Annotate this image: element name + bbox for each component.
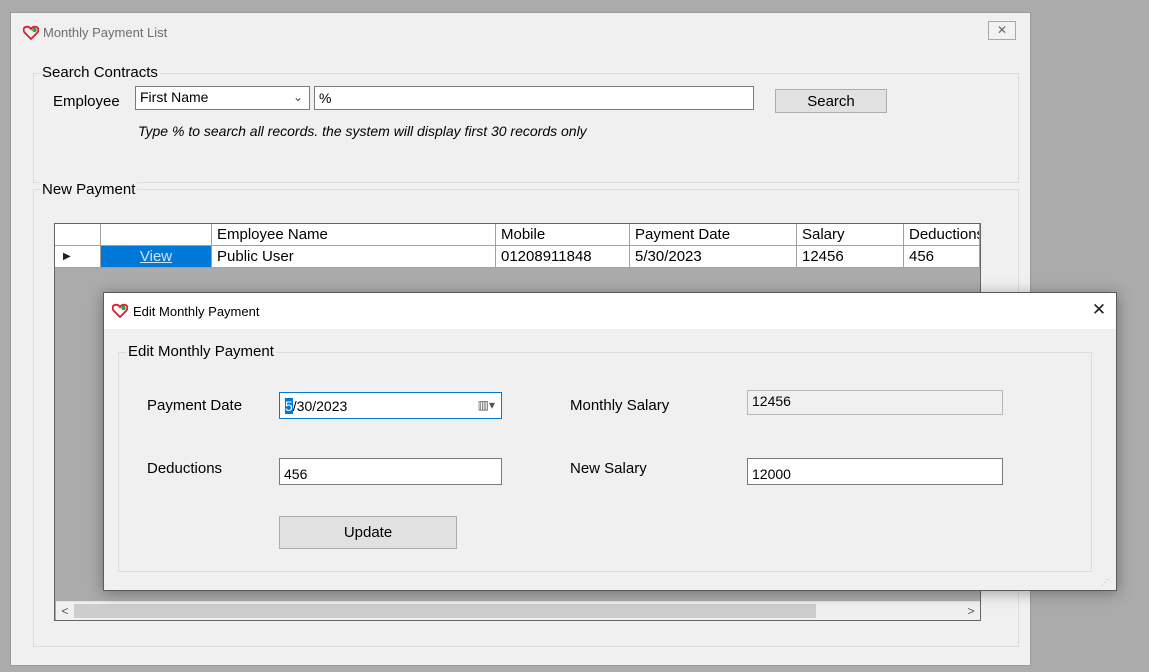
resize-grip-icon[interactable]: ⋰	[1101, 578, 1109, 587]
grid-header-employee-name[interactable]: Employee Name	[212, 224, 496, 246]
employee-label: Employee	[53, 93, 120, 110]
deductions-input[interactable]	[279, 458, 502, 485]
search-contracts-legend: Search Contracts	[40, 64, 160, 81]
search-hint: Type % to search all records. the system…	[138, 123, 587, 139]
payment-date-value[interactable]: 5/30/2023	[285, 398, 347, 414]
monthly-salary-label: Monthly Salary	[570, 397, 670, 414]
main-titlebar: Monthly Payment List ✕	[11, 13, 1030, 55]
edit-payment-legend: Edit Monthly Payment	[126, 343, 276, 360]
cell-employee-name[interactable]: Public User	[212, 246, 496, 268]
grid-header-deductions[interactable]: Deductions	[904, 224, 980, 246]
edit-payment-dialog: Edit Monthly Payment ✕ Edit Monthly Paym…	[103, 292, 1117, 591]
new-payment-legend: New Payment	[40, 181, 138, 198]
dialog-titlebar: Edit Monthly Payment ✕	[104, 293, 1116, 329]
cell-mobile[interactable]: 01208911848	[496, 246, 630, 268]
cell-salary[interactable]: 12456	[797, 246, 904, 268]
update-button[interactable]: Update	[279, 516, 457, 549]
search-field-dropdown[interactable]: First Name ⌄	[135, 86, 310, 110]
app-heart-icon	[23, 25, 39, 40]
app-heart-icon	[112, 303, 128, 318]
row-selector-icon[interactable]: ▶	[55, 246, 101, 268]
grid-header-payment-date[interactable]: Payment Date	[630, 224, 797, 246]
search-button[interactable]: Search	[775, 89, 887, 113]
window-title: Monthly Payment List	[43, 25, 168, 40]
new-salary-input[interactable]	[747, 458, 1003, 485]
scrollbar-thumb[interactable]	[74, 604, 816, 618]
grid-header-salary[interactable]: Salary	[797, 224, 904, 246]
grid-header-selector	[55, 224, 101, 246]
payment-date-label: Payment Date	[147, 397, 243, 414]
new-salary-label: New Salary	[570, 460, 647, 477]
horizontal-scrollbar[interactable]: < >	[56, 601, 980, 620]
monthly-salary-field: 12456	[747, 390, 1003, 415]
search-field-value: First Name	[140, 89, 209, 105]
grid-header-mobile[interactable]: Mobile	[496, 224, 630, 246]
view-link[interactable]: View	[101, 246, 212, 268]
cell-payment-date[interactable]: 5/30/2023	[630, 246, 797, 268]
search-input[interactable]	[314, 86, 754, 110]
grid-header-action	[101, 224, 212, 246]
scroll-right-icon[interactable]: >	[962, 602, 980, 620]
calendar-dropdown-icon[interactable]: ▥▾	[478, 398, 495, 412]
dialog-title: Edit Monthly Payment	[133, 304, 260, 319]
close-icon[interactable]: ✕	[1087, 298, 1111, 322]
chevron-down-icon: ⌄	[292, 90, 303, 104]
payment-date-picker[interactable]: 5/30/2023 ▥▾	[279, 392, 502, 419]
deductions-label: Deductions	[147, 460, 223, 477]
close-icon[interactable]: ✕	[988, 21, 1016, 40]
scroll-left-icon[interactable]: <	[56, 602, 74, 620]
cell-deductions[interactable]: 456	[904, 246, 980, 268]
